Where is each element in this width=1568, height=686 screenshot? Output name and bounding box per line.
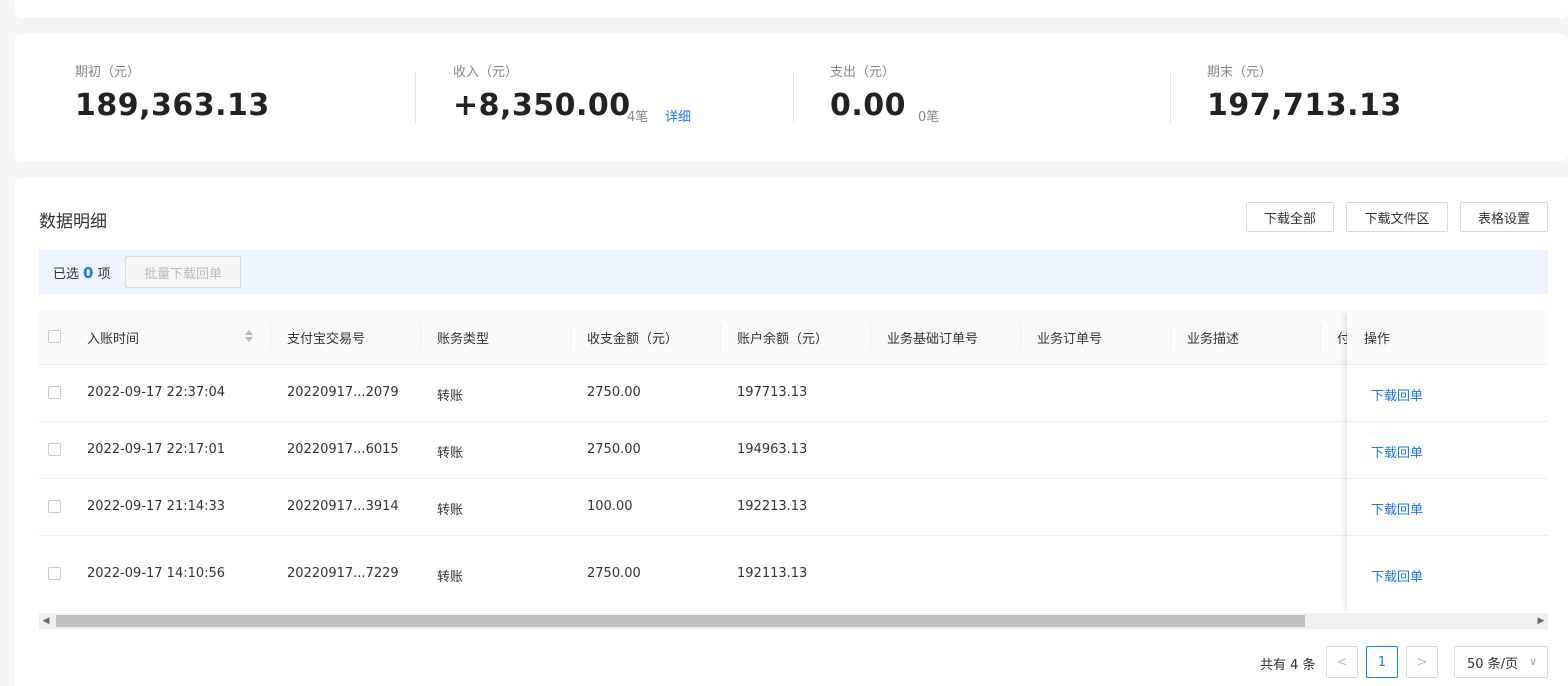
col-action: 操作 bbox=[1364, 332, 1391, 347]
cell-balance: 192113.13 bbox=[737, 566, 808, 581]
col-separator bbox=[1320, 324, 1321, 350]
selection-count: 0 bbox=[83, 264, 94, 282]
stat-expense-count: 0笔 bbox=[918, 110, 940, 125]
table-row: 2022-09-17 21:14:33 20220917...3914 转账 1… bbox=[39, 479, 1548, 536]
row-checkbox[interactable] bbox=[48, 386, 61, 399]
cell-balance: 194963.13 bbox=[737, 442, 808, 457]
stat-expense-value: 0.00 bbox=[830, 88, 907, 123]
cell-trade-no: 20220917...7229 bbox=[287, 566, 399, 581]
col-separator bbox=[720, 324, 721, 350]
stat-closing-label: 期末（元） bbox=[1207, 65, 1273, 80]
pagination-total: 共有 4 条 bbox=[1260, 658, 1316, 673]
stat-income-label: 收入（元） bbox=[453, 65, 519, 80]
download-file-area-button[interactable]: 下载文件区 bbox=[1346, 202, 1448, 232]
stat-income-count: 4笔 bbox=[627, 110, 649, 125]
download-receipt-link[interactable]: 下载回单 bbox=[1371, 385, 1423, 404]
arrow-left-icon[interactable]: ◀ bbox=[39, 613, 53, 629]
download-all-button[interactable]: 下载全部 bbox=[1246, 202, 1334, 232]
table-settings-button[interactable]: 表格设置 bbox=[1460, 202, 1548, 232]
col-separator bbox=[420, 324, 421, 350]
page-size-value: 50 条/页 bbox=[1467, 656, 1519, 672]
col-separator bbox=[870, 324, 871, 350]
stat-income-value: +8,350.00 bbox=[453, 88, 631, 123]
chevron-down-icon: ∨ bbox=[1528, 655, 1537, 668]
detail-title: 数据明细 bbox=[39, 212, 107, 232]
table-row: 2022-09-17 14:10:56 20220917...7229 转账 2… bbox=[39, 536, 1548, 612]
cell-trade-no: 20220917...3914 bbox=[287, 499, 399, 514]
col-separator bbox=[1020, 324, 1021, 350]
col-balance: 账户余额（元） bbox=[737, 332, 829, 347]
cell-amount: 2750.00 bbox=[587, 566, 641, 581]
scroll-thumb[interactable] bbox=[56, 615, 1305, 627]
sort-icon[interactable] bbox=[245, 328, 253, 344]
divider bbox=[1170, 72, 1171, 123]
detail-panel: 数据明细 下载全部 下载文件区 表格设置 已选 0 项 批量下载回单 入账时间 支付… bbox=[15, 178, 1568, 686]
summary-panel: 期初（元） 189,363.13 收入（元） +8,350.00 4笔 详细 支… bbox=[15, 34, 1568, 161]
col-separator bbox=[1170, 324, 1171, 350]
download-receipt-link[interactable]: 下载回单 bbox=[1371, 566, 1423, 585]
cell-time: 2022-09-17 22:37:04 bbox=[87, 385, 226, 400]
col-description: 业务描述 bbox=[1187, 332, 1240, 347]
data-table: 入账时间 支付宝交易号 账务类型 收支金额（元） 账户余额（元） 业务基础订单号… bbox=[39, 310, 1548, 612]
row-divider bbox=[1347, 421, 1548, 422]
col-entry-time[interactable]: 入账时间 bbox=[87, 328, 139, 347]
col-amount: 收支金额（元） bbox=[587, 332, 679, 347]
table-row: 2022-09-17 22:17:01 20220917...6015 转账 2… bbox=[39, 422, 1548, 479]
select-all-checkbox[interactable] bbox=[48, 330, 61, 343]
cell-type: 转账 bbox=[437, 389, 464, 404]
cell-time: 2022-09-17 21:14:33 bbox=[87, 499, 226, 514]
cell-time: 2022-09-17 22:17:01 bbox=[87, 442, 226, 457]
cell-amount: 2750.00 bbox=[587, 385, 641, 400]
table-header: 入账时间 支付宝交易号 账务类型 收支金额（元） 账户余额（元） 业务基础订单号… bbox=[39, 310, 1548, 365]
row-checkbox[interactable] bbox=[48, 500, 61, 513]
col-order-no: 业务订单号 bbox=[1037, 332, 1103, 347]
col-base-order-no: 业务基础订单号 bbox=[887, 332, 979, 347]
divider bbox=[415, 72, 416, 123]
page-1-button[interactable]: 1 bbox=[1366, 646, 1398, 678]
download-receipt-link[interactable]: 下载回单 bbox=[1371, 442, 1423, 461]
fixed-action-column: 操作 下载回单 下载回单 下载回单 下载回单 bbox=[1347, 310, 1548, 612]
cell-type: 转账 bbox=[437, 446, 464, 461]
stat-expense-label: 支出（元） bbox=[830, 65, 896, 80]
cell-amount: 100.00 bbox=[587, 499, 633, 514]
next-page-button[interactable]: > bbox=[1406, 646, 1438, 678]
cell-time: 2022-09-17 14:10:56 bbox=[87, 566, 226, 581]
selection-suffix: 项 bbox=[97, 267, 111, 282]
cell-trade-no: 20220917...2079 bbox=[287, 385, 399, 400]
col-separator bbox=[570, 324, 571, 350]
cell-amount: 2750.00 bbox=[587, 442, 641, 457]
cell-balance: 197713.13 bbox=[737, 385, 808, 400]
batch-download-receipt-button[interactable]: 批量下载回单 bbox=[125, 256, 241, 288]
cell-trade-no: 20220917...6015 bbox=[287, 442, 399, 457]
col-type: 账务类型 bbox=[437, 332, 490, 347]
row-divider bbox=[1347, 478, 1548, 479]
row-checkbox[interactable] bbox=[48, 443, 61, 456]
prev-page-button[interactable]: < bbox=[1326, 646, 1358, 678]
cell-balance: 192213.13 bbox=[737, 499, 808, 514]
divider bbox=[793, 72, 794, 123]
cell-type: 转账 bbox=[437, 503, 464, 518]
col-separator bbox=[270, 324, 271, 350]
horizontal-scrollbar[interactable]: ◀ ▶ bbox=[39, 613, 1548, 629]
download-receipt-link[interactable]: 下载回单 bbox=[1371, 499, 1423, 518]
page-size-select[interactable]: 50 条/页 ∨ bbox=[1454, 646, 1548, 678]
stat-closing-value: 197,713.13 bbox=[1207, 88, 1402, 123]
table-row: 2022-09-17 22:37:04 20220917...2079 转账 2… bbox=[39, 365, 1548, 422]
income-detail-link[interactable]: 详细 bbox=[665, 106, 691, 125]
arrow-right-icon[interactable]: ▶ bbox=[1534, 613, 1548, 629]
stat-opening-label: 期初（元） bbox=[75, 65, 141, 80]
selection-text: 已选 0 项 bbox=[53, 263, 110, 282]
selection-prefix: 已选 bbox=[53, 267, 80, 282]
stat-opening-value: 189,363.13 bbox=[75, 88, 270, 123]
top-card-remnant bbox=[15, 0, 1568, 18]
row-divider bbox=[1347, 535, 1548, 536]
action-column-header: 操作 bbox=[1347, 310, 1548, 365]
cell-type: 转账 bbox=[437, 570, 464, 585]
selection-bar: 已选 0 项 批量下载回单 bbox=[39, 250, 1548, 294]
col-trade-no: 支付宝交易号 bbox=[287, 332, 366, 347]
row-checkbox[interactable] bbox=[48, 567, 61, 580]
